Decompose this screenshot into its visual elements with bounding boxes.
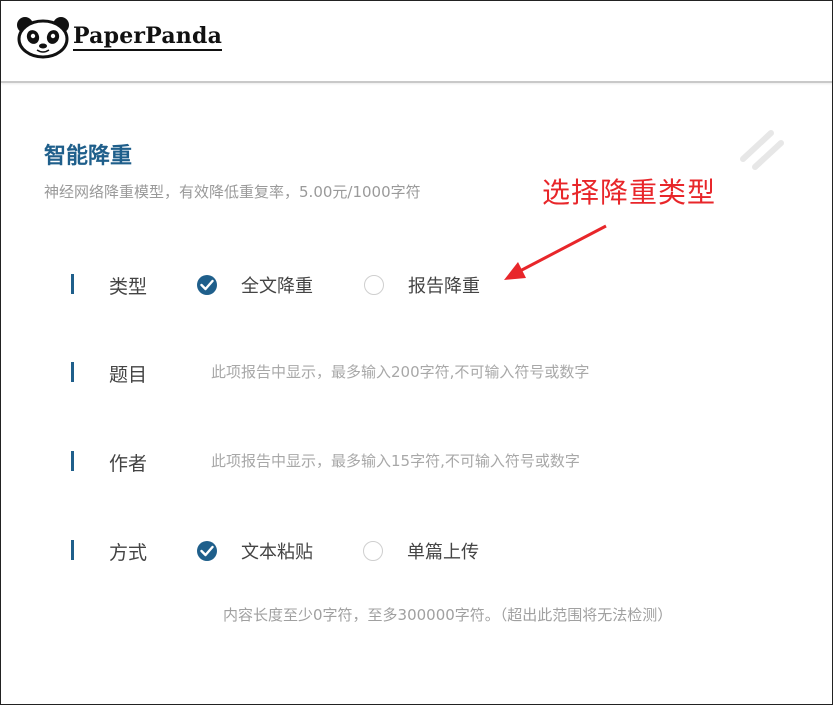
type-row: 类型 全文降重 报告降重: [71, 270, 811, 300]
radio-unchecked[interactable]: [364, 275, 384, 295]
row-marker: [71, 362, 74, 382]
length-hint: 内容长度至少0字符，至多300000字符。（超出此范围将无法检测）: [223, 606, 673, 624]
method-option-upload-label: 单篇上传: [407, 542, 479, 563]
type-option-report-label: 报告降重: [408, 276, 480, 297]
header: PaperPanda: [1, 1, 832, 83]
title-input[interactable]: [199, 358, 763, 386]
app-window: PaperPanda 智能降重 神经网络降重模型，有效降低重复率，5.00元/1…: [0, 0, 833, 705]
method-row: 方式 文本粘贴 单篇上传: [71, 536, 811, 566]
logo[interactable]: PaperPanda: [15, 15, 223, 59]
row-marker: [71, 540, 74, 560]
method-label: 方式: [109, 542, 148, 564]
radio-checked[interactable]: [197, 541, 217, 561]
row-marker: [71, 274, 74, 294]
type-option-full-label: 全文降重: [241, 276, 313, 297]
check-icon: [200, 545, 214, 557]
title-row: 题目: [71, 358, 811, 388]
author-input[interactable]: [199, 447, 763, 475]
page-description: 神经网络降重模型，有效降低重复率，5.00元/1000字符: [44, 183, 421, 201]
check-icon: [200, 279, 214, 291]
type-option-full[interactable]: 全文降重: [197, 272, 313, 298]
page-title: 智能降重: [44, 144, 133, 169]
radio-checked[interactable]: [197, 275, 217, 295]
method-option-paste[interactable]: 文本粘贴: [197, 538, 313, 564]
author-row: 作者: [71, 447, 811, 477]
watermark-icon: [740, 130, 784, 170]
annotation-label: 选择降重类型: [542, 176, 717, 209]
panda-icon: [17, 17, 69, 59]
title-label: 题目: [109, 364, 148, 386]
brand-name: PaperPanda: [73, 22, 223, 51]
author-label: 作者: [109, 453, 148, 475]
method-option-paste-label: 文本粘贴: [241, 542, 313, 563]
radio-unchecked[interactable]: [363, 541, 383, 561]
type-label: 类型: [109, 276, 148, 298]
type-option-report[interactable]: 报告降重: [364, 272, 480, 298]
method-option-upload[interactable]: 单篇上传: [363, 538, 479, 564]
row-marker: [71, 451, 74, 471]
